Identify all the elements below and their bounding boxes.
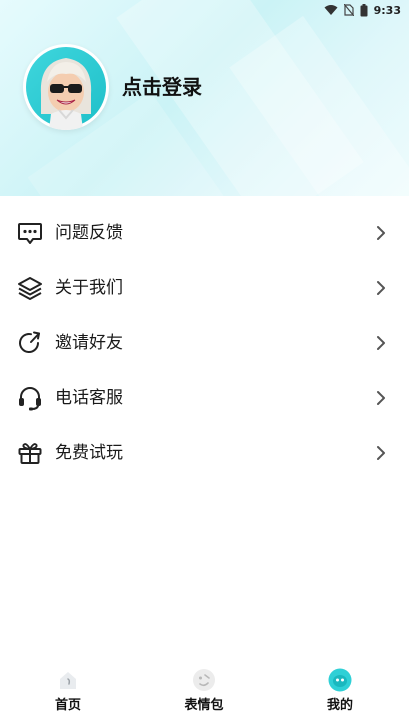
- emoji-icon: [193, 669, 215, 691]
- layers-icon: [18, 277, 42, 300]
- headset-icon: [19, 387, 41, 411]
- status-time: 9:33: [373, 3, 401, 17]
- menu-item-label: 问题反馈: [55, 223, 123, 243]
- tab-emoji[interactable]: 表情包: [164, 668, 244, 720]
- menu-item-label: 邀请好友: [55, 333, 123, 353]
- menu-item-free-trial[interactable]: 免费试玩: [0, 426, 409, 481]
- no-sim-icon: [343, 4, 354, 16]
- menu-item-invite-friends[interactable]: 邀请好友: [0, 316, 409, 371]
- battery-icon: [360, 3, 368, 16]
- chevron-right-icon: [377, 336, 385, 350]
- share-refresh-icon: [19, 331, 40, 353]
- status-bar: 9:33: [0, 0, 409, 20]
- login-prompt[interactable]: 点击登录: [122, 74, 202, 100]
- bottom-tab-bar: 首页 表情包 我的: [0, 664, 409, 728]
- profile-header: 9:33 点击登录: [0, 0, 409, 196]
- tab-mine[interactable]: 我的: [300, 668, 380, 720]
- feedback-icon: [18, 223, 42, 244]
- tab-home[interactable]: 首页: [28, 668, 108, 720]
- menu-item-label: 电话客服: [55, 388, 123, 408]
- profile-face-icon: [328, 668, 352, 692]
- menu-item-about-us[interactable]: 关于我们: [0, 261, 409, 316]
- avatar-sunglasses-icon: [26, 47, 106, 130]
- chevron-right-icon: [377, 281, 385, 295]
- menu-item-label: 关于我们: [55, 278, 123, 298]
- tab-label: 表情包: [184, 698, 224, 713]
- settings-menu: 问题反馈 关于我们 邀请好友 电话客服 免费试玩: [0, 206, 409, 481]
- tab-label: 首页: [54, 698, 81, 713]
- menu-item-phone-service[interactable]: 电话客服: [0, 371, 409, 426]
- home-icon: [60, 672, 76, 689]
- tab-label: 我的: [326, 698, 353, 713]
- chevron-right-icon: [377, 391, 385, 405]
- menu-item-label: 免费试玩: [55, 443, 123, 463]
- avatar[interactable]: [23, 44, 109, 130]
- gift-icon: [18, 443, 42, 464]
- chevron-right-icon: [377, 226, 385, 240]
- chevron-right-icon: [377, 446, 385, 460]
- menu-item-feedback[interactable]: 问题反馈: [0, 206, 409, 261]
- wifi-icon: [324, 5, 338, 15]
